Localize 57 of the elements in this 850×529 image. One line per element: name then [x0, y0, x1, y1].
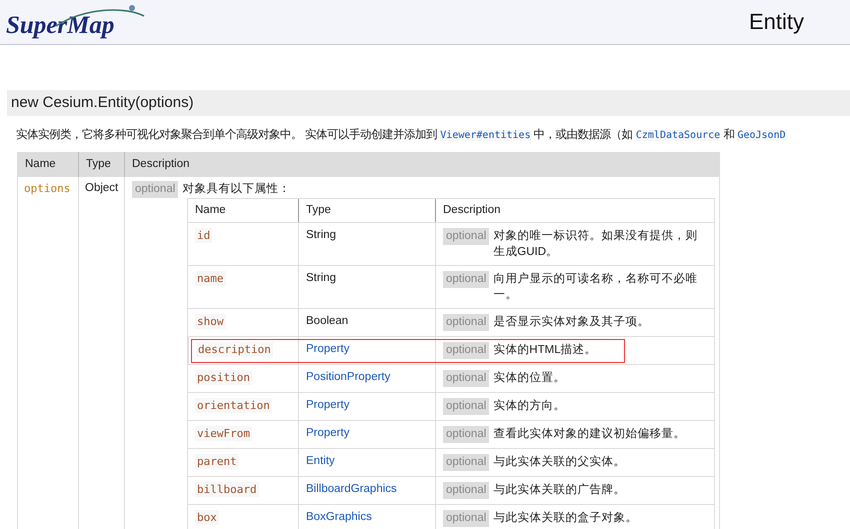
property-name: parent	[195, 454, 239, 469]
optional-tag: optional	[443, 426, 490, 443]
optional-tag: optional	[443, 482, 490, 499]
property-description: 是否显示实体对象及其子项。	[493, 314, 650, 330]
type-link[interactable]: Property	[306, 399, 350, 411]
type-link[interactable]: BoxGraphics	[306, 511, 372, 523]
optional-tag: optional	[443, 398, 490, 415]
column-header: Type	[78, 152, 124, 177]
column-header: Description	[124, 152, 719, 177]
type-link[interactable]: Viewer#entities	[440, 130, 531, 141]
property-description: 实体的位置。	[493, 370, 566, 386]
property-name: id	[195, 228, 212, 243]
optional-tag: optional	[443, 510, 490, 527]
property-name: box	[195, 510, 219, 525]
type-link[interactable]: Entity	[306, 455, 335, 467]
type-link[interactable]: PositionProperty	[306, 371, 390, 383]
type-link[interactable]: Property	[306, 343, 350, 355]
column-header: Name	[24, 157, 57, 172]
property-description: 与此实体关联的广告牌。	[493, 482, 626, 498]
column-header: Type	[298, 199, 435, 222]
page-title: Entity	[748, 8, 804, 36]
property-name: name	[195, 271, 226, 286]
optional-tag: optional	[443, 314, 490, 331]
property-type: String	[306, 229, 336, 241]
param-description: 对象具有以下属性：	[182, 182, 290, 197]
column-header: Name	[194, 203, 227, 218]
property-type: Boolean	[306, 315, 348, 327]
property-type: String	[306, 272, 336, 284]
property-name: orientation	[195, 398, 272, 413]
param-type: Object	[85, 182, 118, 194]
column-header: Description	[435, 199, 714, 222]
property-name: viewFrom	[195, 426, 252, 441]
property-description: 对象的唯一标识符。如果没有提供，则生成GUID。	[493, 228, 698, 260]
property-description: 与此实体关联的盒子对象。	[493, 510, 638, 526]
optional-tag: optional	[443, 342, 490, 359]
logo[interactable]: SuperMap	[6, 4, 144, 40]
property-description: 查看此实体对象的建议初始偏移量。	[493, 426, 686, 442]
type-link[interactable]: Property	[306, 427, 350, 439]
param-name: options	[24, 182, 70, 195]
property-description: 向用户显示的可读名称，名称可不必唯一。	[493, 271, 698, 303]
type-link[interactable]: GeoJsonD	[737, 130, 786, 141]
optional-tag: optional	[132, 181, 178, 198]
property-description: 实体的方向。	[493, 398, 566, 414]
property-name: position	[195, 370, 252, 385]
property-name: show	[195, 314, 226, 329]
intro-paragraph: 实体实例类，它将多种可视化对象聚合到单个高级对象中。 实体可以手动创建并添加到 Viewer#entities 中，或由数据源（如 CzmlDataSource 和 GeoJsonD	[16, 128, 787, 143]
optional-tag: optional	[443, 228, 490, 245]
type-link[interactable]: BillboardGraphics	[306, 483, 397, 495]
property-name: description	[196, 342, 273, 357]
constructor-signature: new Cesium.Entity(options)	[7, 90, 850, 116]
optional-tag: optional	[443, 370, 490, 387]
property-description: 与此实体关联的父实体。	[493, 454, 626, 470]
property-description: 实体的HTML描述。	[493, 342, 597, 358]
optional-tag: optional	[443, 454, 490, 471]
type-link[interactable]: CzmlDataSource	[636, 130, 720, 141]
optional-tag: optional	[443, 271, 490, 288]
property-name: billboard	[195, 482, 259, 497]
